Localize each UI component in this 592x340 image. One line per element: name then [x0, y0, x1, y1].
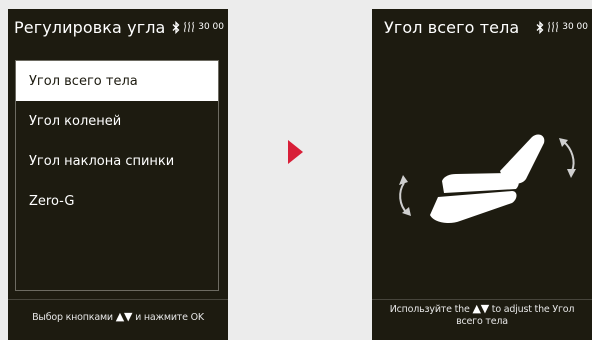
menu-item-label: Zero-G: [29, 193, 75, 209]
up-triangle-icon: ▲: [115, 310, 124, 323]
footer-hint: Выбор кнопками ▲▼ и нажмите OK: [8, 311, 228, 324]
status-bar: Регулировка угла 30 00: [8, 9, 228, 49]
status-icons: 30 00: [536, 19, 588, 35]
timer-text: 30 00: [198, 22, 224, 32]
heat-icon: [548, 21, 559, 33]
menu-item-backrest-angle[interactable]: Угол наклона спинки: [16, 141, 218, 181]
footer-hint: Используйте the ▲▼ to adjust the Угол вс…: [372, 303, 592, 328]
screen-title: Регулировка угла: [14, 18, 166, 37]
hint-suffix: и нажмите OK: [135, 312, 204, 323]
menu-item-zero-g[interactable]: Zero-G: [16, 181, 218, 221]
menu-item-knee-angle[interactable]: Угол коленей: [16, 101, 218, 141]
menu-item-label: Угол наклона спинки: [29, 153, 175, 169]
down-triangle-icon: ▼: [123, 310, 133, 323]
status-icons: 30 00: [172, 19, 224, 35]
menu-item-label: Угол всего тела: [29, 73, 138, 89]
rotate-clockwise-icon: [559, 138, 576, 178]
footer-divider: [372, 299, 592, 300]
menu-item-label: Угол коленей: [29, 113, 122, 129]
timer-text: 30 00: [562, 22, 588, 32]
status-bar: Угол всего тела 30 00: [372, 9, 592, 49]
footer-divider: [8, 299, 228, 300]
hint-prefix: Выбор кнопками: [32, 312, 113, 323]
screen-title: Угол всего тела: [384, 18, 520, 37]
hint-prefix: Используйте the: [389, 304, 470, 315]
down-triangle-icon: ▼: [480, 302, 489, 315]
rotate-counterclockwise-icon: [399, 175, 411, 216]
bluetooth-icon: [172, 20, 180, 34]
angle-adjust-screen: Регулировка угла 30 00 Угол всего тела У…: [8, 9, 228, 340]
angle-menu: Угол всего тела Угол коленей Угол наклон…: [15, 60, 219, 291]
menu-item-whole-body-angle[interactable]: Угол всего тела: [16, 61, 218, 101]
up-triangle-icon: ▲: [472, 302, 481, 315]
next-arrow-icon: [288, 140, 303, 164]
chair-illustration: [399, 134, 576, 223]
whole-body-angle-screen: Угол всего тела 30 00 Используйте the ▲▼…: [372, 9, 592, 340]
bluetooth-icon: [536, 20, 544, 34]
heat-icon: [184, 21, 195, 33]
massage-chair-icon: [430, 134, 545, 223]
